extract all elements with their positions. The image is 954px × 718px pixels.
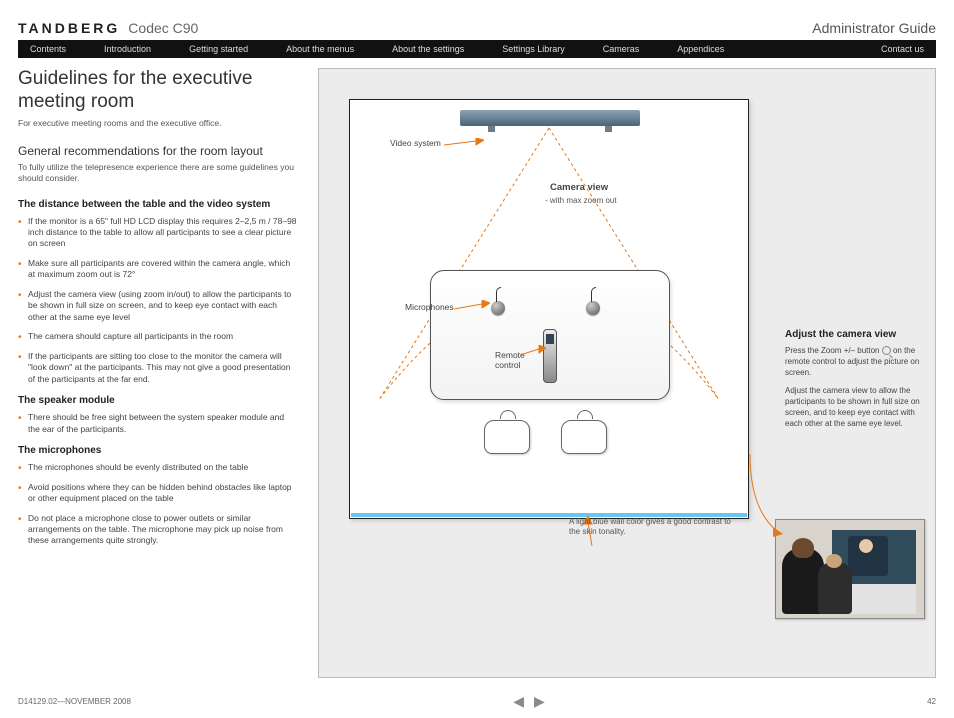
wall-color-note: A light blue wall color gives a good con… bbox=[569, 517, 734, 538]
arrow-icon bbox=[454, 300, 490, 314]
side-note: Adjust the camera view Press the Zoom +/… bbox=[785, 329, 925, 438]
page-number: 42 bbox=[927, 697, 936, 706]
page-subtitle: For executive meeting rooms and the exec… bbox=[18, 118, 298, 128]
nav-bar: Contents Introduction Getting started Ab… bbox=[18, 40, 936, 58]
list-item: If the participants are sitting too clos… bbox=[18, 351, 298, 385]
room-diagram: Video system Camera view - with max zoom… bbox=[318, 68, 936, 678]
label-remote-2: control bbox=[495, 360, 521, 370]
side-heading: Adjust the camera view bbox=[785, 329, 925, 340]
photo-person-icon bbox=[818, 562, 852, 614]
nav-contents[interactable]: Contents bbox=[30, 44, 66, 54]
nav-cameras[interactable]: Cameras bbox=[603, 44, 640, 54]
microphone-icon bbox=[491, 301, 505, 315]
section-microphones-heading: The microphones bbox=[18, 445, 298, 456]
list-item: Avoid positions where they can be hidden… bbox=[18, 482, 298, 505]
nav-about-settings[interactable]: About the settings bbox=[392, 44, 464, 54]
section-recommendations-lead: To fully utilize the telepresence experi… bbox=[18, 162, 298, 185]
list-item: There should be free sight between the s… bbox=[18, 412, 298, 435]
nav-getting-started[interactable]: Getting started bbox=[189, 44, 248, 54]
side-p1: Press the Zoom +/– button on the remote … bbox=[785, 346, 925, 378]
list-item: Do not place a microphone close to power… bbox=[18, 513, 298, 547]
label-camera-view: Camera view bbox=[550, 182, 608, 193]
room-outline: Video system Camera view - with max zoom… bbox=[349, 99, 749, 519]
nav-settings-library[interactable]: Settings Library bbox=[502, 44, 565, 54]
side-p2: Adjust the camera view to allow the part… bbox=[785, 386, 925, 429]
nav-contact-us[interactable]: Contact us bbox=[881, 44, 924, 54]
page-title: Guidelines for the executive meeting roo… bbox=[18, 68, 298, 114]
list-item: Adjust the camera view (using zoom in/ou… bbox=[18, 289, 298, 323]
arrow-icon bbox=[520, 345, 546, 359]
microphone-icon bbox=[586, 301, 600, 315]
footer: D14129.02—NOVEMBER 2008 ◀ ▶ 42 bbox=[18, 693, 936, 710]
brand-logo: TANDBERG bbox=[18, 20, 120, 36]
nav-appendices[interactable]: Appendices bbox=[677, 44, 724, 54]
arrow-icon bbox=[745, 449, 785, 539]
label-microphones: Microphones bbox=[405, 302, 454, 312]
prev-page-button[interactable]: ◀ bbox=[513, 693, 524, 710]
section-distance-heading: The distance between the table and the v… bbox=[18, 199, 298, 210]
chair-icon bbox=[555, 412, 613, 462]
nav-about-menus[interactable]: About the menus bbox=[286, 44, 354, 54]
section-speaker-list: There should be free sight between the s… bbox=[18, 412, 298, 435]
list-item: The microphones should be evenly distrib… bbox=[18, 462, 298, 473]
header: TANDBERG Codec C90 Administrator Guide bbox=[18, 10, 936, 36]
list-item: If the monitor is a 65" full HD LCD disp… bbox=[18, 216, 298, 250]
doc-type: Administrator Guide bbox=[812, 20, 936, 36]
list-item: The camera should capture all participan… bbox=[18, 331, 298, 342]
section-recommendations-heading: General recommendations for the room lay… bbox=[18, 144, 298, 158]
content-column: Guidelines for the executive meeting roo… bbox=[18, 68, 318, 678]
section-microphones-list: The microphones should be evenly distrib… bbox=[18, 462, 298, 547]
photo-telepresence bbox=[775, 519, 925, 619]
chair-icon bbox=[478, 412, 536, 462]
next-page-button[interactable]: ▶ bbox=[534, 693, 545, 710]
label-camera-view-sub: - with max zoom out bbox=[545, 196, 617, 205]
pager: ◀ ▶ bbox=[513, 693, 545, 710]
video-screen-icon bbox=[460, 110, 640, 126]
label-video-system: Video system bbox=[390, 138, 441, 148]
section-distance-list: If the monitor is a 65" full HD LCD disp… bbox=[18, 216, 298, 386]
list-item: Make sure all participants are covered w… bbox=[18, 258, 298, 281]
nav-introduction[interactable]: Introduction bbox=[104, 44, 151, 54]
section-speaker-heading: The speaker module bbox=[18, 395, 298, 406]
arrow-icon bbox=[444, 138, 484, 152]
product-name: Codec C90 bbox=[128, 20, 198, 36]
magnifier-icon bbox=[882, 346, 891, 355]
table-icon bbox=[430, 270, 670, 400]
doc-id: D14129.02—NOVEMBER 2008 bbox=[18, 697, 131, 706]
